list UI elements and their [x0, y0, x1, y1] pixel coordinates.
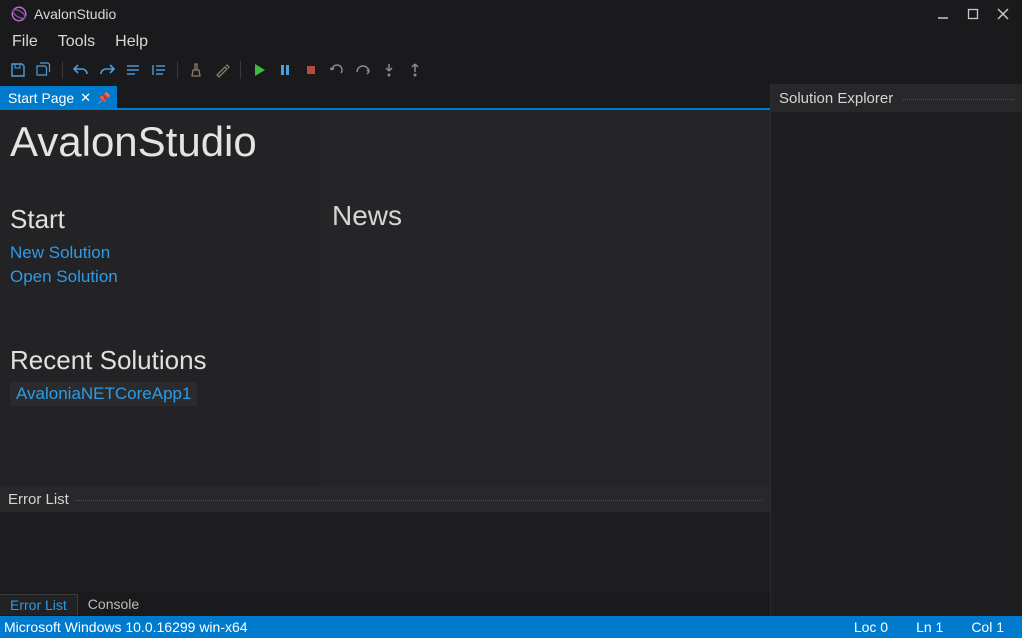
status-col: Col 1 [957, 619, 1018, 635]
start-page: AvalonStudio Start New Solution Open Sol… [0, 110, 770, 486]
app-title: AvalonStudio [34, 6, 116, 22]
menu-bar: File Tools Help [0, 28, 1022, 56]
uncomment-icon[interactable] [149, 60, 169, 80]
solution-explorer-body [771, 112, 1022, 616]
start-heading: Start [10, 204, 310, 235]
save-icon[interactable] [8, 60, 28, 80]
error-list-body [0, 512, 770, 592]
open-solution-link[interactable]: Open Solution [10, 265, 310, 289]
minimize-button[interactable] [928, 3, 958, 25]
new-solution-link[interactable]: New Solution [10, 241, 310, 265]
solution-explorer: Solution Explorer [771, 84, 1022, 616]
start-icon[interactable] [249, 60, 269, 80]
start-page-title: AvalonStudio [10, 118, 310, 166]
pin-icon[interactable]: 📌 [97, 92, 111, 105]
toolbar-separator [177, 61, 178, 79]
error-list-header[interactable]: Error List [0, 486, 770, 512]
news-heading: News [332, 200, 758, 232]
status-bar: Microsoft Windows 10.0.16299 win-x64 Loc… [0, 616, 1022, 638]
toolbar-separator [62, 61, 63, 79]
status-os: Microsoft Windows 10.0.16299 win-x64 [4, 619, 248, 635]
comment-icon[interactable] [123, 60, 143, 80]
title-bar: AvalonStudio [0, 0, 1022, 28]
stop-icon[interactable] [301, 60, 321, 80]
panel-title: Solution Explorer [779, 90, 893, 107]
redo-icon[interactable] [97, 60, 117, 80]
clean-icon[interactable] [186, 60, 206, 80]
tab-start-page[interactable]: Start Page ✕ 📌 [0, 86, 117, 110]
toolbar-separator [240, 61, 241, 79]
close-button[interactable] [988, 3, 1018, 25]
undo-icon[interactable] [71, 60, 91, 80]
app-logo-icon [10, 5, 28, 23]
recent-heading: Recent Solutions [10, 345, 310, 376]
step-over-icon[interactable] [353, 60, 373, 80]
menu-tools[interactable]: Tools [48, 31, 105, 53]
close-icon[interactable]: ✕ [80, 90, 91, 106]
recent-solution-item[interactable]: AvaloniaNETCoreApp1 [10, 382, 197, 406]
document-tab-bar: Start Page ✕ 📌 [0, 84, 770, 110]
save-all-icon[interactable] [34, 60, 54, 80]
tab-console[interactable]: Console [78, 594, 149, 614]
build-icon[interactable] [212, 60, 232, 80]
menu-help[interactable]: Help [105, 31, 158, 53]
solution-explorer-header[interactable]: Solution Explorer [771, 84, 1022, 112]
bottom-panel-tabs: Error List Console [0, 592, 770, 616]
menu-file[interactable]: File [2, 31, 48, 53]
toolbar [0, 56, 1022, 84]
restart-icon[interactable] [327, 60, 347, 80]
maximize-button[interactable] [958, 3, 988, 25]
bottom-panel: Error List Error List Console [0, 486, 770, 616]
tab-label: Start Page [8, 90, 74, 106]
status-line: Ln 1 [902, 619, 957, 635]
pause-icon[interactable] [275, 60, 295, 80]
status-loc: Loc 0 [840, 619, 902, 635]
panel-title: Error List [8, 491, 69, 508]
tab-error-list[interactable]: Error List [0, 594, 78, 615]
step-into-icon[interactable] [379, 60, 399, 80]
step-out-icon[interactable] [405, 60, 425, 80]
